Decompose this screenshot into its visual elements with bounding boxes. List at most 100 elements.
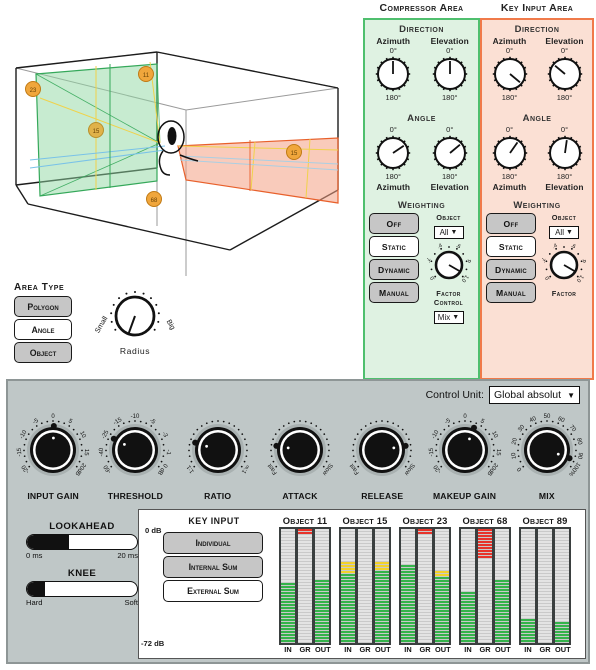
key-dir-elevation-label: Elevation <box>545 36 584 46</box>
object-marker[interactable]: 68 <box>146 191 162 207</box>
lookahead-max-label: 20 ms <box>117 551 138 560</box>
svg-text:.6: .6 <box>454 243 461 250</box>
key-weighting-static-button[interactable]: Static <box>486 236 536 257</box>
spatial-scene-view[interactable]: 23 11 15 68 15 <box>0 18 360 278</box>
input-gain-knob[interactable]: -20 -15 -10 -5 0 5 10 15 20dB <box>12 411 94 489</box>
attack-knob[interactable]: Fast Slow <box>259 411 341 489</box>
lookahead-title: LOOKAHEAD <box>49 521 115 532</box>
svg-text:-60: -60 <box>103 463 113 474</box>
radius-label: Radius <box>119 346 151 356</box>
meter-group: Object 89 IN GR OUT <box>519 515 571 654</box>
area-type-polygon-button[interactable]: Polygon <box>14 296 72 317</box>
key-input-internal-sum-button[interactable]: Internal Sum <box>163 556 263 578</box>
comp-ang-azimuth-knob[interactable] <box>374 134 412 172</box>
comp-weighting-static-button[interactable]: Static <box>369 236 419 257</box>
svg-text:-5: -5 <box>444 417 452 425</box>
chevron-down-icon: ▼ <box>567 390 575 400</box>
ratio-label: RATIO <box>204 491 232 501</box>
comp-dir-azimuth-top: 0° <box>389 46 397 55</box>
comp-weighting-manual-button[interactable]: Manual <box>369 282 419 303</box>
object-marker[interactable]: 23 <box>25 81 41 97</box>
area-type-angle-button[interactable]: Angle <box>14 319 72 340</box>
svg-text:1:1: 1:1 <box>185 463 195 474</box>
area-type-object-button[interactable]: Object <box>14 342 72 363</box>
comp-ang-elevation-label: Elevation <box>430 182 469 192</box>
comp-dir-azimuth-label: Azimuth <box>376 36 411 46</box>
meter-bar-label: OUT <box>375 645 391 654</box>
svg-text:.2: .2 <box>542 258 547 264</box>
comp-ang-elevation-top: 0° <box>446 125 454 134</box>
mix-knob[interactable]: 0 10 20 30 40 50 60 70 80 90 100% <box>506 411 588 489</box>
svg-text:90: 90 <box>576 452 583 460</box>
meter-object-name: Object 23 <box>402 515 448 526</box>
svg-text:.8: .8 <box>581 258 586 264</box>
comp-ang-elevation-knob[interactable] <box>431 134 469 172</box>
comp-mix-select[interactable]: Mix ▼ <box>433 311 464 324</box>
control-unit-select[interactable]: Global absolut ▼ <box>488 386 580 404</box>
meter-bars <box>279 527 331 645</box>
key-weighting-label: Weighting <box>513 200 561 211</box>
meter-bar-label: GR <box>539 645 551 654</box>
knee-slider[interactable] <box>26 581 138 597</box>
comp-dir-elevation-knob[interactable] <box>431 55 469 93</box>
key-object-select[interactable]: All ▼ <box>549 226 579 239</box>
svg-text:-15: -15 <box>17 447 24 457</box>
object-marker[interactable]: 15 <box>286 144 302 160</box>
mix-label: MIX <box>538 491 555 501</box>
attack-label: ATTACK <box>282 491 318 501</box>
key-weighting-off-button[interactable]: Off <box>486 213 536 234</box>
meters-row: Object 11 IN GR OUT Object 15 IN GR OUT Obje… <box>279 515 571 654</box>
svg-text:10: 10 <box>78 430 87 439</box>
comp-dir-azimuth-knob[interactable] <box>374 55 412 93</box>
chevron-down-icon: ▼ <box>565 229 573 236</box>
key-weighting-manual-button[interactable]: Manual <box>486 282 536 303</box>
threshold-knob[interactable]: -60 -40 -25 -15 -10 -5 -3 -1 0 dB <box>94 411 176 489</box>
key-input-area-title: Key Input Area <box>500 2 574 14</box>
meter-bar-out <box>495 529 509 643</box>
comp-factor-control-label: Control <box>433 298 464 307</box>
svg-text:20dB: 20dB <box>485 461 498 476</box>
svg-text:.4: .4 <box>552 243 559 250</box>
control-unit-label: Control Unit: <box>425 389 484 401</box>
key-ang-azimuth-bottom: 180° <box>501 172 518 181</box>
key-direction-knobs: Azimuth 0° 180° Elevation 0° 180° <box>482 36 592 103</box>
meter-bottom-db-label: -72 dB <box>141 639 165 648</box>
svg-text:.8: .8 <box>465 258 470 264</box>
threshold-knob-group: -60 -40 -25 -15 -10 -5 -3 -1 0 dB THRESHOLD <box>94 411 176 501</box>
meter-bar-labels: IN GR OUT <box>339 645 391 654</box>
key-ang-azimuth-knob[interactable] <box>491 134 529 172</box>
key-angle-knobs: 0° 180° Azimuth 0° 180° Elevation <box>482 125 592 192</box>
svg-text:-10: -10 <box>131 414 140 420</box>
radius-knob[interactable] <box>107 288 163 344</box>
key-factor-knob[interactable]: .0 .2 .4 .6 .8 1.0 <box>542 243 586 287</box>
svg-text:70: 70 <box>568 424 577 433</box>
key-input-external-sum-button[interactable]: External Sum <box>163 580 263 602</box>
svg-text:-5: -5 <box>32 417 40 425</box>
key-dir-azimuth-knob[interactable] <box>491 55 529 93</box>
key-dir-elevation-knob[interactable] <box>546 55 584 93</box>
chevron-down-icon: ▼ <box>450 229 458 236</box>
key-ang-elevation-knob[interactable] <box>546 134 584 172</box>
key-input-individual-button[interactable]: Individual <box>163 532 263 554</box>
meter-bar-out <box>435 529 449 643</box>
meter-object-name: Object 11 <box>282 515 328 526</box>
key-input-area-panel: Direction Azimuth 0° 180° Elevation 0° 1… <box>480 18 594 380</box>
comp-object-select[interactable]: All ▼ <box>433 226 464 239</box>
lookahead-slider[interactable] <box>26 534 138 550</box>
compressor-angle-knobs: 0° 180° Azimuth 0° 180° Elevation <box>365 125 478 192</box>
ratio-knob[interactable]: 1:1 ∞:1 <box>177 411 259 489</box>
object-marker[interactable]: 15 <box>88 122 104 138</box>
object-marker[interactable]: 11 <box>138 66 154 82</box>
area-type-group: Area Type Polygon Angle Object <box>14 282 84 365</box>
release-knob[interactable]: Fast Slow <box>341 411 423 489</box>
makeup-gain-knob[interactable]: -20 -15 -10 -5 0 5 10 15 20dB <box>423 411 505 489</box>
comp-factor-label: Factor <box>436 289 461 298</box>
comp-weighting-off-button[interactable]: Off <box>369 213 419 234</box>
key-weighting-buttons: Off Static Dynamic Manual <box>486 213 536 303</box>
comp-weighting-dynamic-button[interactable]: Dynamic <box>369 259 419 280</box>
svg-text:15: 15 <box>93 129 100 135</box>
meter-object-name: Object 15 <box>342 515 388 526</box>
meter-group: Object 15 IN GR OUT <box>339 515 391 654</box>
key-weighting-dynamic-button[interactable]: Dynamic <box>486 259 536 280</box>
comp-factor-knob[interactable]: .0 .2 .4 .6 .8 1.0 <box>427 243 471 287</box>
